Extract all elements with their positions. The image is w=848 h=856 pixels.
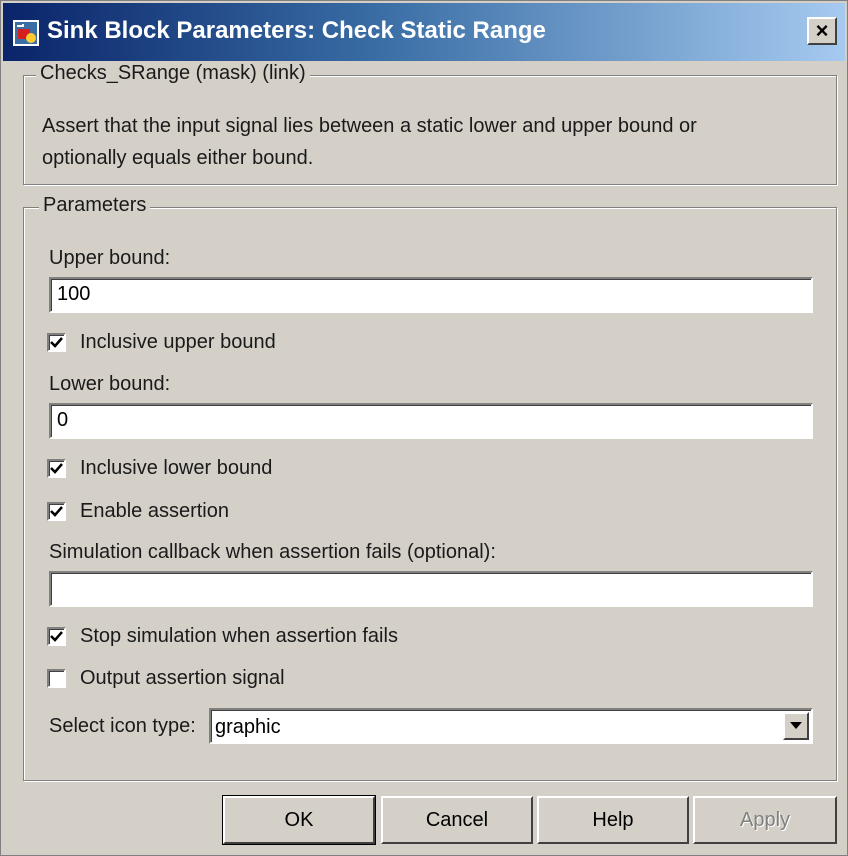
- stop-simulation-label: Stop simulation when assertion fails: [80, 624, 398, 647]
- checkbox-box[interactable]: [47, 332, 66, 352]
- close-icon: ×: [815, 18, 829, 43]
- chevron-down-icon: [790, 722, 802, 729]
- callback-label: Simulation callback when assertion fails…: [49, 541, 496, 563]
- block-parameters-dialog: Sink Block Parameters: Check Static Rang…: [0, 0, 848, 856]
- enable-assertion-label: Enable assertion: [80, 499, 229, 522]
- lower-bound-label: Lower bound:: [49, 373, 171, 395]
- callback-input[interactable]: [49, 571, 813, 607]
- simulink-block-icon: [13, 20, 39, 46]
- cancel-button[interactable]: Cancel: [381, 796, 533, 844]
- icon-type-value: graphic: [215, 716, 281, 738]
- apply-button[interactable]: Apply: [693, 796, 837, 844]
- dropdown-button[interactable]: [783, 712, 809, 740]
- icon-type-select[interactable]: graphic: [209, 708, 813, 744]
- help-button[interactable]: Help: [537, 796, 689, 844]
- mask-legend: Checks_SRange (mask) (link): [36, 62, 310, 85]
- parameters-legend: Parameters: [39, 194, 151, 217]
- checkmark-icon: [50, 505, 63, 517]
- lower-bound-input[interactable]: 0: [49, 403, 813, 439]
- title-bar[interactable]: Sink Block Parameters: Check Static Rang…: [3, 3, 845, 61]
- inclusive-lower-label: Inclusive lower bound: [80, 456, 273, 479]
- checkbox-box[interactable]: [47, 501, 66, 521]
- mask-description-group: Checks_SRange (mask) (link) Assert that …: [23, 62, 837, 185]
- output-assertion-label: Output assertion signal: [80, 666, 285, 689]
- close-button[interactable]: ×: [807, 17, 837, 45]
- inclusive-upper-label: Inclusive upper bound: [80, 330, 276, 353]
- checkmark-icon: [50, 462, 63, 474]
- checkbox-box[interactable]: [47, 668, 66, 688]
- window-title: Sink Block Parameters: Check Static Rang…: [47, 17, 546, 44]
- checkbox-box[interactable]: [47, 626, 66, 646]
- ok-button[interactable]: OK: [222, 795, 376, 845]
- checkmark-icon: [50, 336, 63, 348]
- upper-bound-input[interactable]: 100: [49, 277, 813, 313]
- icon-type-label: Select icon type:: [49, 715, 196, 737]
- inclusive-lower-checkbox[interactable]: Inclusive lower bound: [47, 456, 272, 480]
- output-assertion-checkbox[interactable]: Output assertion signal: [47, 666, 285, 690]
- upper-bound-label: Upper bound:: [49, 247, 171, 269]
- enable-assertion-checkbox[interactable]: Enable assertion: [47, 499, 229, 523]
- mask-description: Assert that the input signal lies betwee…: [42, 115, 697, 169]
- stop-simulation-checkbox[interactable]: Stop simulation when assertion fails: [47, 624, 398, 648]
- inclusive-upper-checkbox[interactable]: Inclusive upper bound: [47, 330, 276, 354]
- checkbox-box[interactable]: [47, 458, 66, 478]
- checkmark-icon: [50, 630, 63, 642]
